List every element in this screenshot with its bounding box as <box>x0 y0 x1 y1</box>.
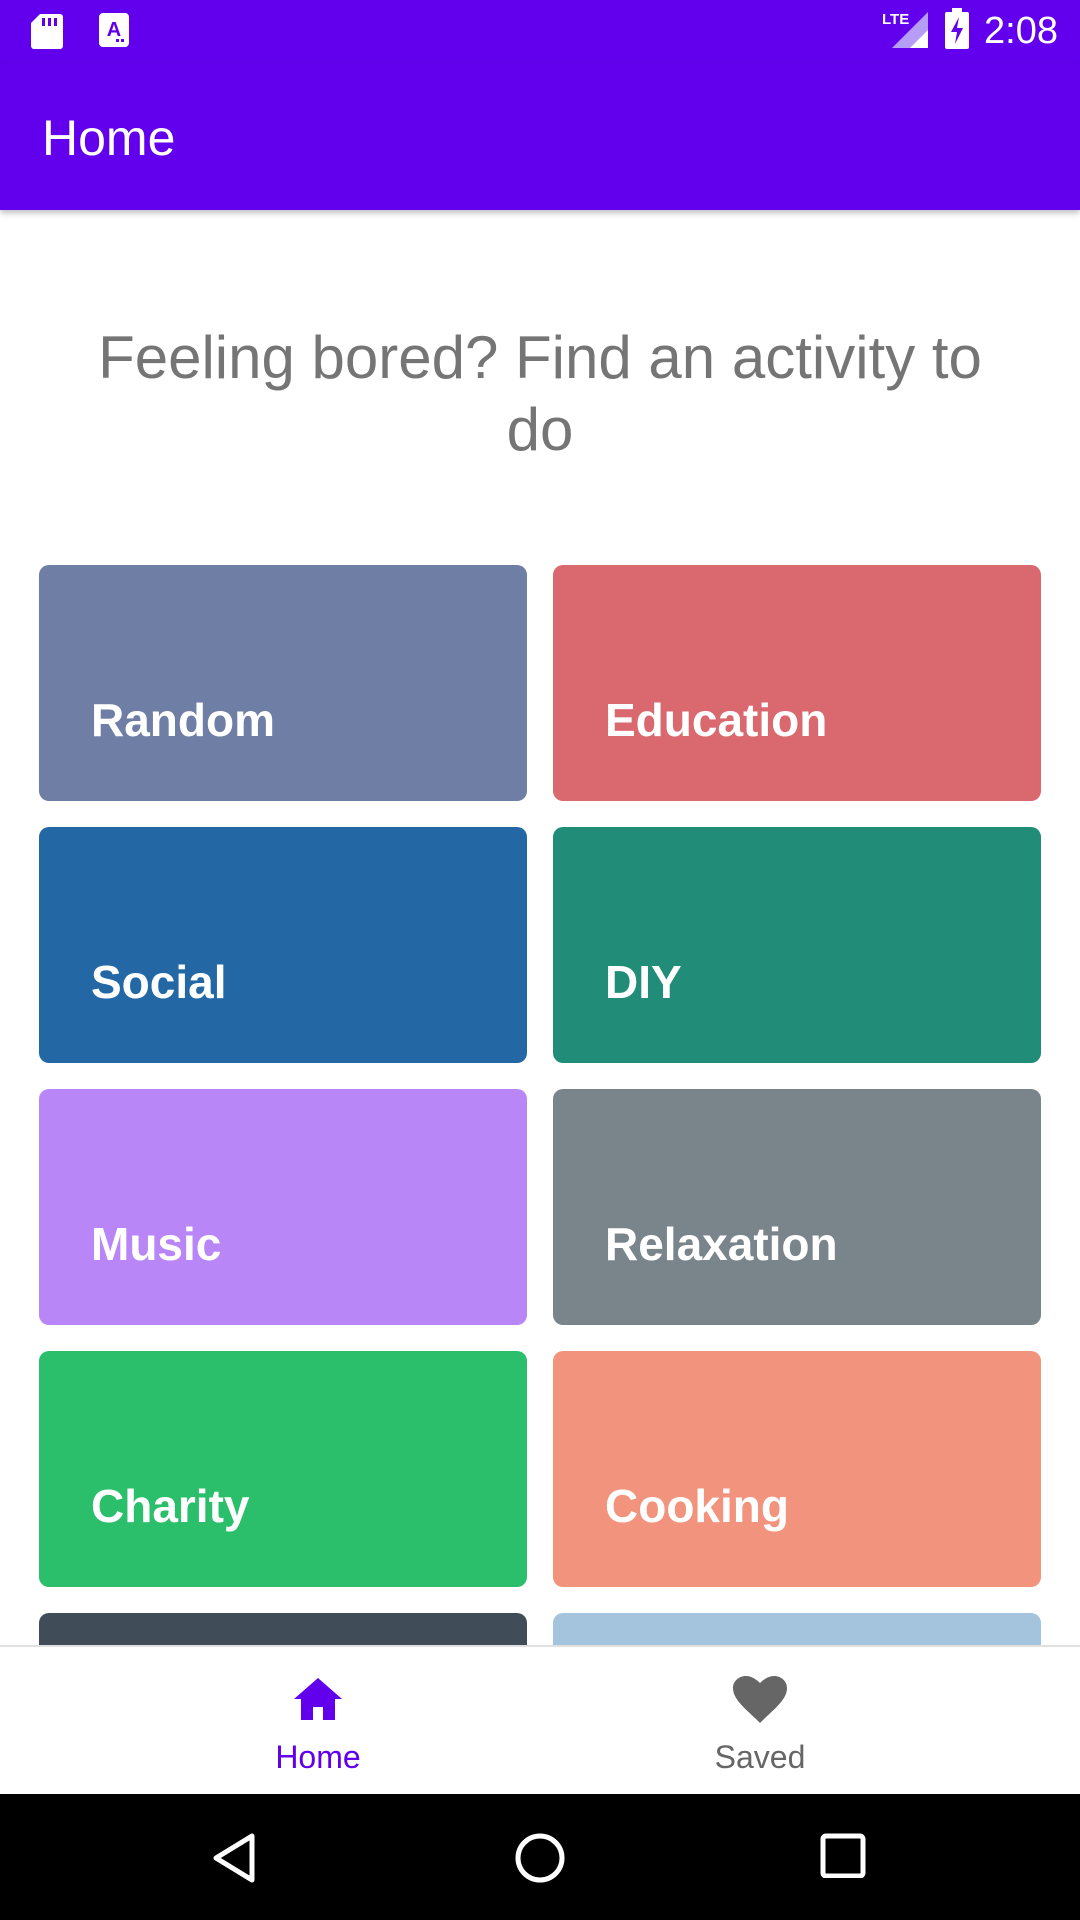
category-label: Education <box>605 694 828 746</box>
nav-label-home: Home <box>275 1739 361 1775</box>
category-grid: Random Education Social DIY Music Relaxa… <box>39 565 1041 1645</box>
svg-text:LTE: LTE <box>882 11 909 28</box>
category-label: Social <box>91 956 227 1008</box>
category-tile-relaxation[interactable]: Relaxation <box>553 1089 1041 1325</box>
page-title: Home <box>42 110 176 166</box>
app-bar: Home <box>0 63 1080 210</box>
category-tile-social[interactable]: Social <box>39 827 527 1063</box>
nav-item-home[interactable]: Home <box>168 1647 468 1796</box>
back-icon[interactable] <box>210 1832 258 1889</box>
app-notification-icon: A <box>98 12 130 55</box>
headline: Feeling bored? Find an activity to do <box>98 324 982 463</box>
category-label: Random <box>91 694 275 746</box>
category-tile-cooking[interactable]: Cooking <box>553 1351 1041 1587</box>
category-label: Relaxation <box>605 1218 838 1270</box>
category-tile-music[interactable]: Music <box>39 1089 527 1325</box>
category-label: Charity <box>91 1480 250 1532</box>
category-tile-charity[interactable]: Charity <box>39 1351 527 1587</box>
category-tile-education[interactable]: Education <box>553 565 1041 801</box>
nav-label-saved: Saved <box>714 1739 806 1775</box>
category-tile-partial[interactable] <box>553 1613 1041 1645</box>
svg-text:A: A <box>107 19 121 41</box>
category-tile-partial[interactable] <box>39 1613 527 1645</box>
category-tile-random[interactable]: Random <box>39 565 527 801</box>
category-tile-diy[interactable]: DIY <box>553 827 1041 1063</box>
status-bar: A LTE 2:08 <box>0 0 1080 63</box>
lte-signal-icon: LTE <box>882 8 930 55</box>
recents-icon[interactable] <box>820 1832 866 1883</box>
nav-item-saved[interactable]: Saved <box>610 1647 910 1796</box>
heart-icon <box>732 1675 788 1730</box>
category-label: Cooking <box>605 1480 789 1532</box>
status-time: 2:08 <box>984 10 1058 52</box>
battery-charging-icon <box>944 8 970 55</box>
category-label: Music <box>91 1218 222 1270</box>
bottom-navigation: Home Saved <box>0 1645 1080 1796</box>
home-icon <box>290 1675 346 1728</box>
home-circle-icon[interactable] <box>514 1832 566 1889</box>
sd-card-icon <box>30 12 64 55</box>
category-label: DIY <box>605 956 682 1008</box>
system-navigation-bar <box>0 1794 1080 1920</box>
